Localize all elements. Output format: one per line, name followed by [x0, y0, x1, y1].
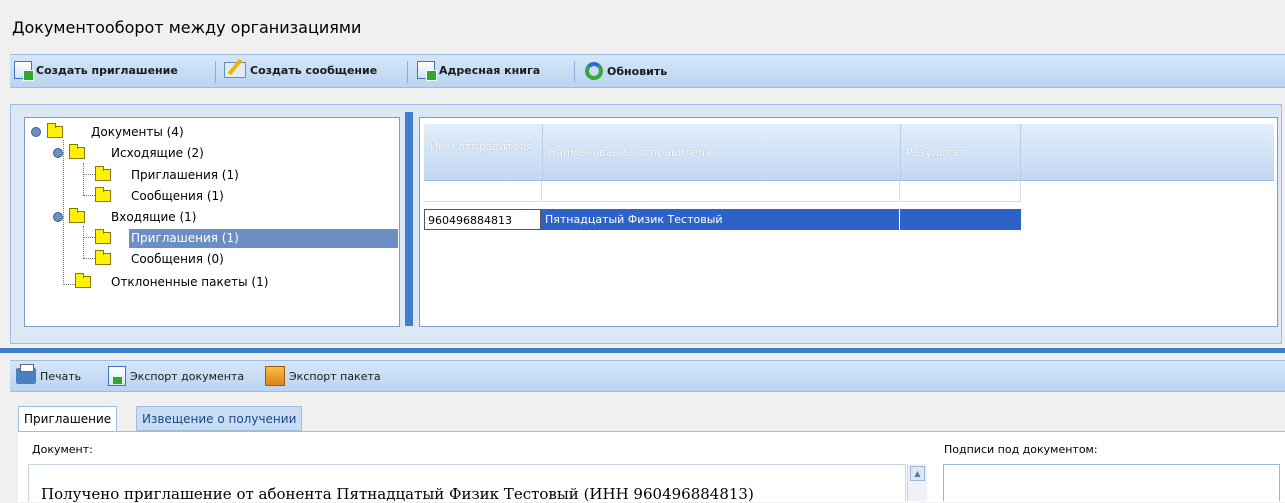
- tree-line: [83, 258, 95, 259]
- table-row[interactable]: 960496884813 Пятнадцатый Физик Тестовый: [424, 209, 1021, 230]
- address-book-icon: [417, 61, 437, 81]
- cell-inn[interactable]: 960496884813: [424, 209, 541, 230]
- tree-node-label: Исходящие (2): [111, 146, 204, 160]
- tree-node-label: Входящие (1): [111, 210, 197, 224]
- document-label: Документ:: [32, 443, 93, 456]
- signatures-label: Подписи под документом:: [944, 443, 1098, 456]
- folder-icon: [95, 250, 111, 265]
- tree-node-label: Сообщения (1): [131, 189, 224, 203]
- tree-line: [83, 174, 95, 175]
- tree-line: [83, 226, 84, 258]
- page-title: Документооборот между организациями: [12, 18, 362, 37]
- address-book-button[interactable]: Адресная книга: [417, 61, 541, 81]
- tree-node-label: Отклоненные пакеты (1): [111, 275, 269, 289]
- tree-node-incoming[interactable]: Входящие (1): [53, 208, 197, 226]
- collapse-icon[interactable]: [53, 212, 63, 222]
- collapse-icon[interactable]: [53, 148, 63, 158]
- folder-icon: [69, 208, 85, 223]
- signatures-list[interactable]: [943, 464, 1280, 501]
- tree-node-label: Документы (4): [91, 125, 184, 139]
- tree-line: [83, 237, 95, 238]
- cell-result[interactable]: [900, 209, 1021, 230]
- tree-line: [63, 284, 75, 285]
- tree-node-label: Приглашения (1): [131, 168, 239, 182]
- document-scrollbar[interactable]: ▲: [907, 464, 927, 501]
- refresh-icon: [585, 62, 603, 80]
- column-divider[interactable]: [542, 124, 543, 180]
- export-document-button[interactable]: Экспорт документа: [108, 366, 244, 386]
- filter-cell[interactable]: [542, 181, 900, 202]
- export-package-button[interactable]: Экспорт пакета: [265, 366, 381, 386]
- folder-icon: [69, 144, 85, 159]
- grid-filter-row[interactable]: [424, 181, 1021, 202]
- tree-node-label: Сообщения (0): [131, 252, 224, 266]
- create-invite-button[interactable]: Создать приглашение: [14, 61, 178, 81]
- print-label: Печать: [40, 369, 82, 383]
- folder-icon: [95, 166, 111, 181]
- tab-receipt-notice[interactable]: Извещение о получении: [136, 406, 303, 431]
- folder-icon: [75, 273, 91, 288]
- tree-node-outgoing[interactable]: Исходящие (2): [53, 144, 204, 162]
- folder-icon: [47, 123, 63, 138]
- toolbar-separator: [407, 61, 408, 83]
- create-invite-label: Создать приглашение: [36, 63, 178, 77]
- folder-icon: [95, 229, 111, 244]
- export-package-label: Экспорт пакета: [289, 369, 381, 383]
- document-viewer[interactable]: Получено приглашение от абонента Пятнадц…: [28, 464, 906, 503]
- document-toolbar: Печать Экспорт документа Экспорт пакета: [10, 360, 1285, 392]
- tree-node-outgoing-invites[interactable]: Приглашения (1): [95, 166, 239, 184]
- tree-node-documents[interactable]: Документы (4): [31, 123, 184, 141]
- print-button[interactable]: Печать: [16, 364, 82, 384]
- toolbar-separator: [574, 61, 575, 83]
- tree-line: [83, 163, 84, 195]
- tree-line: [83, 195, 95, 196]
- filter-cell[interactable]: [424, 181, 542, 202]
- horizontal-splitter[interactable]: [0, 348, 1285, 353]
- refresh-button[interactable]: Обновить: [585, 62, 667, 80]
- tree-node-label: Приглашения (1): [131, 231, 239, 245]
- tree-node-rejected[interactable]: Отклоненные пакеты (1): [75, 273, 268, 291]
- printer-icon: [16, 364, 36, 384]
- filter-cell[interactable]: [900, 181, 1021, 202]
- tree-node-outgoing-messages[interactable]: Сообщения (1): [95, 187, 224, 205]
- column-divider[interactable]: [900, 124, 901, 180]
- tab-invitation[interactable]: Приглашение: [18, 406, 118, 431]
- folder-icon: [95, 187, 111, 202]
- export-package-icon: [265, 366, 285, 386]
- address-book-label: Адресная книга: [439, 63, 541, 77]
- cell-sender-name[interactable]: Пятнадцатый Физик Тестовый: [542, 209, 900, 230]
- create-message-button[interactable]: Создать сообщение: [224, 62, 377, 78]
- main-toolbar: Создать приглашение Создать сообщение Ад…: [10, 54, 1285, 88]
- column-divider[interactable]: [1020, 124, 1021, 180]
- document-text: Получено приглашение от абонента Пятнадц…: [41, 485, 754, 503]
- new-document-icon: [14, 61, 34, 81]
- column-header-result[interactable]: Результат: [906, 146, 965, 159]
- vertical-splitter[interactable]: [405, 112, 413, 326]
- collapse-icon[interactable]: [31, 127, 41, 137]
- tree-node-incoming-invites[interactable]: Приглашения (1): [95, 229, 239, 247]
- envelope-pen-icon: [224, 62, 246, 78]
- export-document-label: Экспорт документа: [130, 369, 245, 383]
- scroll-up-arrow-icon[interactable]: ▲: [910, 466, 925, 481]
- create-message-label: Создать сообщение: [250, 63, 378, 77]
- refresh-label: Обновить: [607, 64, 668, 78]
- column-header-inn[interactable]: ИНН отправителя: [430, 140, 538, 154]
- column-header-name[interactable]: Наименование отправителя: [548, 146, 712, 159]
- export-document-icon: [108, 366, 126, 386]
- toolbar-separator: [215, 61, 216, 83]
- tree-node-incoming-messages[interactable]: Сообщения (0): [95, 250, 224, 268]
